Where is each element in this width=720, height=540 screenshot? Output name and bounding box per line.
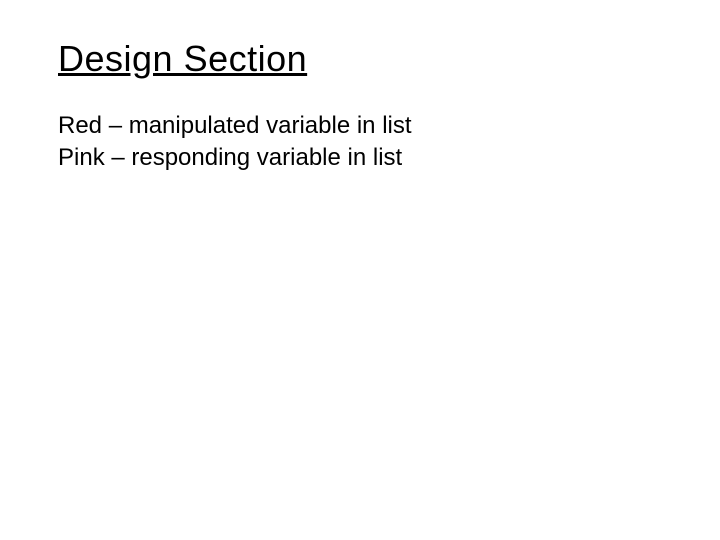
- section-heading: Design Section: [58, 38, 662, 80]
- body-line-2: Pink – responding variable in list: [58, 142, 662, 174]
- body-line-1: Red – manipulated variable in list: [58, 110, 662, 142]
- body-text: Red – manipulated variable in list Pink …: [58, 110, 662, 175]
